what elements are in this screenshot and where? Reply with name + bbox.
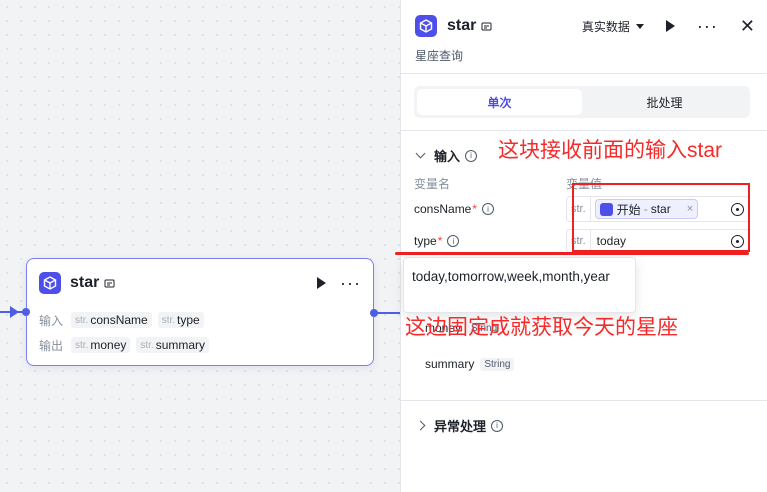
annotation-highlight-box [572,183,750,252]
dataset-select[interactable]: 真实数据 [582,18,644,35]
node-title: star [70,274,100,291]
more-options-icon[interactable]: ··· [340,274,361,292]
node-input-label: 输入 [39,313,64,328]
annotation-bottom-text: 这边固定成就获取今天的星座 [405,316,678,339]
star-node-card[interactable]: star ··· 输入 str. consName str. type 输出 str… [26,258,374,366]
incoming-edge-arrow [10,306,19,318]
close-icon[interactable]: ✕ [740,17,755,35]
divider [401,130,767,131]
annotation-top-text: 这块接收前面的输入star [498,139,723,162]
node-output-tag: str. money [71,337,131,353]
node-input-tag: str. consName [71,312,152,328]
info-icon[interactable]: i [465,149,478,162]
field-label-type: type * i [414,234,460,248]
dataset-select-label: 真实数据 [581,19,630,34]
info-icon[interactable]: i [447,235,460,247]
column-header-name: 变量名 [414,177,451,191]
more-options-icon[interactable]: ··· [697,17,718,35]
chevron-down-icon [415,148,426,159]
mode-switch: 单次 批处理 [414,86,750,118]
run-test-icon[interactable] [665,20,675,32]
chevron-right-icon [415,420,426,431]
chevron-down-icon [635,23,644,29]
input-section-title: 输入 [434,149,461,164]
panel-subtitle: 星座查询 [415,49,464,63]
divider [401,73,767,74]
plugin-store-icon [481,22,492,30]
plugin-cube-icon [415,15,437,37]
type-hint-text: today,tomorrow,week,month,year [412,269,610,284]
panel-title: star [447,17,477,34]
node-outputs-row: 输出 str. money str. summary [39,335,215,355]
info-icon[interactable]: i [482,203,495,215]
info-icon[interactable]: i [491,419,504,432]
plugin-store-icon [104,279,115,287]
error-section-title: 异常处理 [434,419,487,434]
input-section-header[interactable]: 输入 i [415,146,478,165]
plugin-cube-icon [39,272,61,294]
annotation-underline [395,252,749,255]
output-type-pill: String [480,357,515,371]
node-output-tag: str. summary [136,337,210,353]
outgoing-edge [374,312,402,314]
tab-batch[interactable]: 批处理 [582,89,747,115]
type-hint-tooltip: today,tomorrow,week,month,year [403,257,636,313]
divider [401,400,767,401]
tab-single[interactable]: 单次 [417,89,582,115]
run-node-icon[interactable] [317,277,327,289]
node-output-label: 输出 [39,338,64,353]
error-section-header[interactable]: 异常处理 i [415,416,504,435]
node-input-port[interactable] [22,308,30,316]
node-input-tag: str. type [157,312,204,328]
output-item-summary: summary String [425,357,515,371]
node-output-port[interactable] [370,309,378,317]
node-inputs-row: 输入 str. consName str. type [39,310,210,330]
field-label-consname: consName * i [414,202,495,216]
